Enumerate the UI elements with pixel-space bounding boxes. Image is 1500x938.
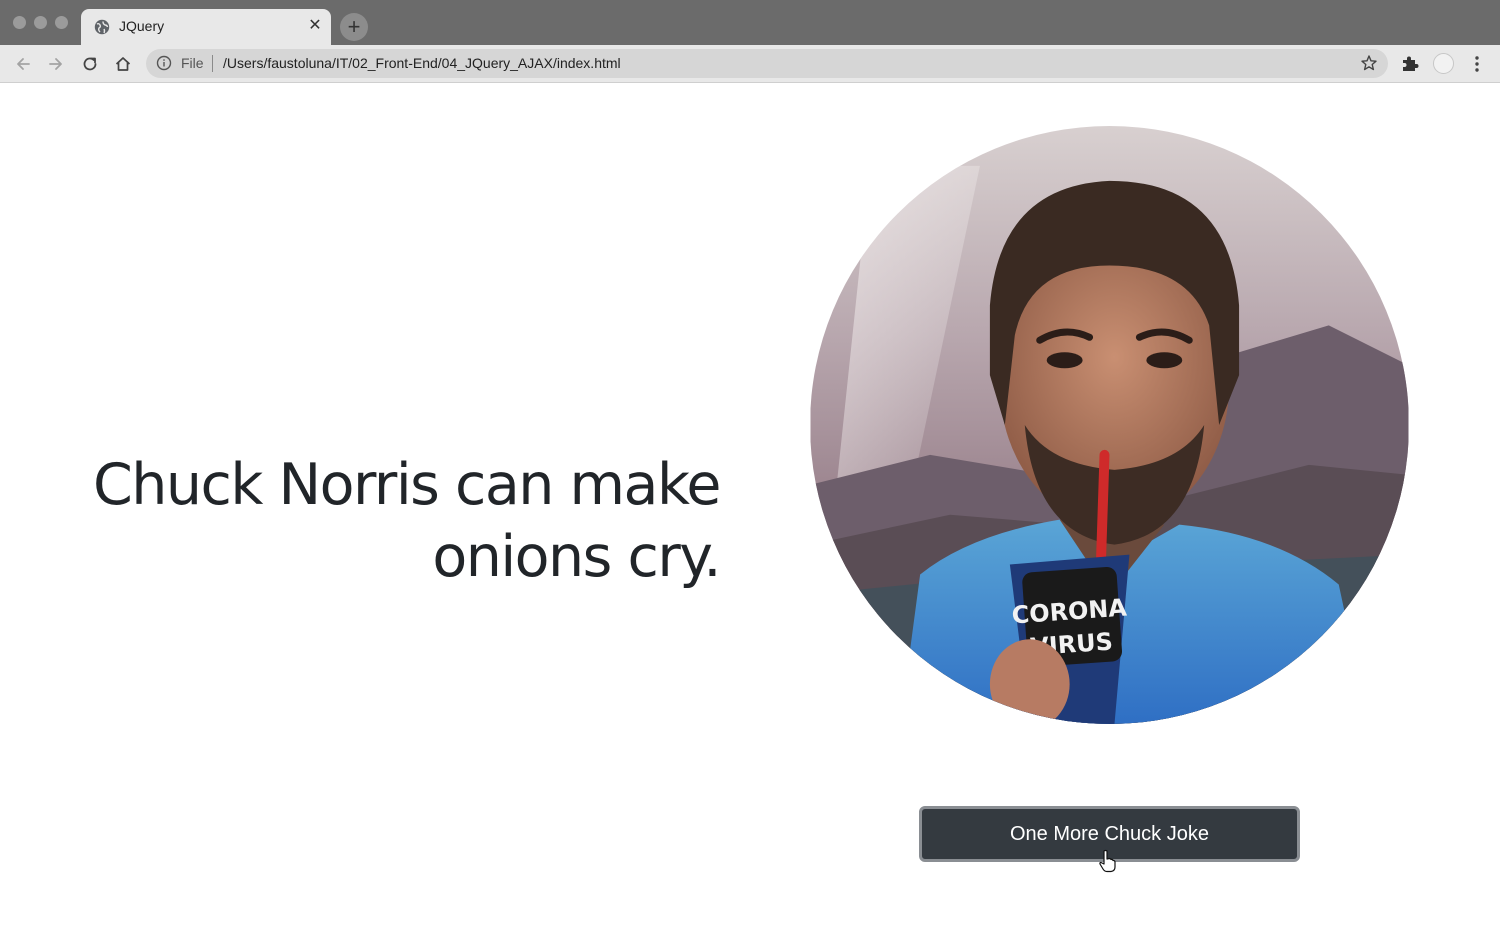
browser-titlebar: JQuery ✕ + [0, 0, 1500, 45]
window-minimize-control[interactable] [34, 16, 47, 29]
url-text[interactable]: /Users/faustoluna/IT/02_Front-End/04_JQu… [223, 55, 621, 71]
address-bar[interactable]: File /Users/faustoluna/IT/02_Front-End/0… [146, 49, 1388, 78]
new-tab-button[interactable]: + [340, 13, 368, 41]
tab-title: JQuery [119, 18, 165, 34]
globe-icon [94, 19, 110, 35]
page-content: Chuck Norris can make onions cry. CORONA… [0, 84, 1500, 938]
reload-button[interactable] [78, 52, 102, 76]
window-maximize-control[interactable] [55, 16, 68, 29]
url-separator [212, 55, 213, 72]
browser-tab[interactable]: JQuery ✕ [81, 9, 331, 45]
window-close-control[interactable] [13, 16, 26, 29]
profile-avatar[interactable] [1433, 53, 1454, 74]
puzzle-icon[interactable] [1400, 54, 1420, 74]
tab-close-icon[interactable]: ✕ [305, 16, 325, 36]
joke-text: Chuck Norris can make onions cry. [92, 452, 722, 590]
star-icon[interactable] [1360, 54, 1378, 72]
hand-pointer-icon [1099, 849, 1116, 873]
info-icon[interactable] [156, 55, 172, 71]
kebab-menu-icon[interactable] [1468, 54, 1486, 74]
reload-icon [83, 57, 97, 71]
forward-button[interactable] [44, 52, 68, 76]
home-icon [115, 57, 131, 71]
home-button[interactable] [111, 52, 135, 76]
browser-toolbar: File /Users/faustoluna/IT/02_Front-End/0… [0, 45, 1500, 83]
url-scheme-label: File [181, 55, 204, 71]
arrow-right-icon [49, 58, 62, 70]
chuck-norris-photo: CORONA VIRUS [810, 126, 1409, 724]
arrow-left-icon [17, 58, 30, 70]
back-button[interactable] [11, 52, 35, 76]
